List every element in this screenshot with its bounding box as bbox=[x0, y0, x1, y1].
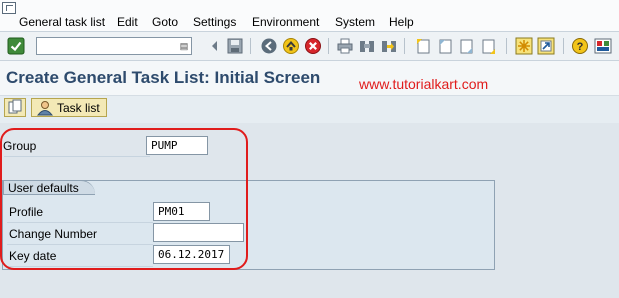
menu-system[interactable]: System bbox=[335, 15, 375, 29]
user-defaults-title: User defaults bbox=[8, 181, 79, 195]
user-defaults-groupbox: User defaults Profile PM01 Change Number… bbox=[2, 180, 495, 270]
cancel-icon[interactable] bbox=[304, 37, 322, 55]
sap-menu-icon[interactable] bbox=[2, 2, 16, 14]
standard-toolbar: ▤ ? bbox=[0, 32, 619, 61]
menu-environment[interactable]: Environment bbox=[252, 15, 319, 29]
page-title: Create General Task List: Initial Screen bbox=[6, 68, 321, 87]
exit-icon[interactable] bbox=[282, 37, 300, 55]
find-next-icon[interactable] bbox=[380, 37, 398, 55]
profile-label: Profile bbox=[9, 205, 44, 219]
change-number-label: Change Number bbox=[9, 227, 98, 241]
change-number-field[interactable] bbox=[153, 223, 244, 242]
menu-general-task-list[interactable]: General task list bbox=[19, 15, 105, 29]
menu-goto[interactable]: Goto bbox=[152, 15, 178, 29]
find-icon[interactable] bbox=[358, 37, 376, 55]
next-page-icon[interactable] bbox=[458, 37, 476, 55]
command-history-icon[interactable]: ▤ bbox=[179, 40, 189, 52]
previous-page-icon[interactable] bbox=[436, 37, 454, 55]
group-field[interactable]: PUMP bbox=[146, 136, 208, 155]
collapse-command-icon[interactable] bbox=[206, 37, 224, 55]
profile-field[interactable]: PM01 bbox=[153, 202, 210, 221]
key-date-field[interactable]: 06.12.2017 bbox=[153, 245, 230, 264]
menu-settings[interactable]: Settings bbox=[193, 15, 236, 29]
task-list-button[interactable]: Task list bbox=[31, 98, 107, 117]
customize-layout-icon[interactable] bbox=[594, 37, 612, 55]
other-task-list-button[interactable] bbox=[4, 98, 26, 117]
svg-text:?: ? bbox=[577, 41, 584, 53]
back-icon[interactable] bbox=[260, 37, 278, 55]
watermark: www.tutorialkart.com bbox=[359, 76, 489, 92]
print-icon[interactable] bbox=[336, 37, 354, 55]
application-toolbar: Task list bbox=[0, 96, 619, 123]
key-date-label: Key date bbox=[9, 249, 57, 263]
menu-help[interactable]: Help bbox=[389, 15, 414, 29]
last-page-icon[interactable] bbox=[480, 37, 498, 55]
copy-document-icon bbox=[8, 99, 22, 114]
shortcut-icon[interactable] bbox=[537, 37, 555, 55]
enter-icon[interactable] bbox=[7, 37, 25, 55]
create-session-icon[interactable] bbox=[515, 37, 533, 55]
menu-bar: General task list Edit Goto Settings Env… bbox=[0, 0, 619, 32]
main-content: Group PUMP User defaults Profile PM01 Ch… bbox=[0, 124, 619, 298]
group-label: Group bbox=[3, 139, 37, 153]
save-icon[interactable] bbox=[226, 37, 244, 55]
title-bar: Create General Task List: Initial Screen… bbox=[0, 61, 619, 96]
first-page-icon[interactable] bbox=[414, 37, 432, 55]
user-icon bbox=[36, 101, 54, 116]
help-icon[interactable]: ? bbox=[571, 37, 589, 55]
command-field[interactable]: ▤ bbox=[36, 37, 192, 55]
menu-edit[interactable]: Edit bbox=[117, 15, 138, 29]
task-list-label: Task list bbox=[57, 101, 100, 115]
user-defaults-tab: User defaults bbox=[3, 180, 95, 195]
